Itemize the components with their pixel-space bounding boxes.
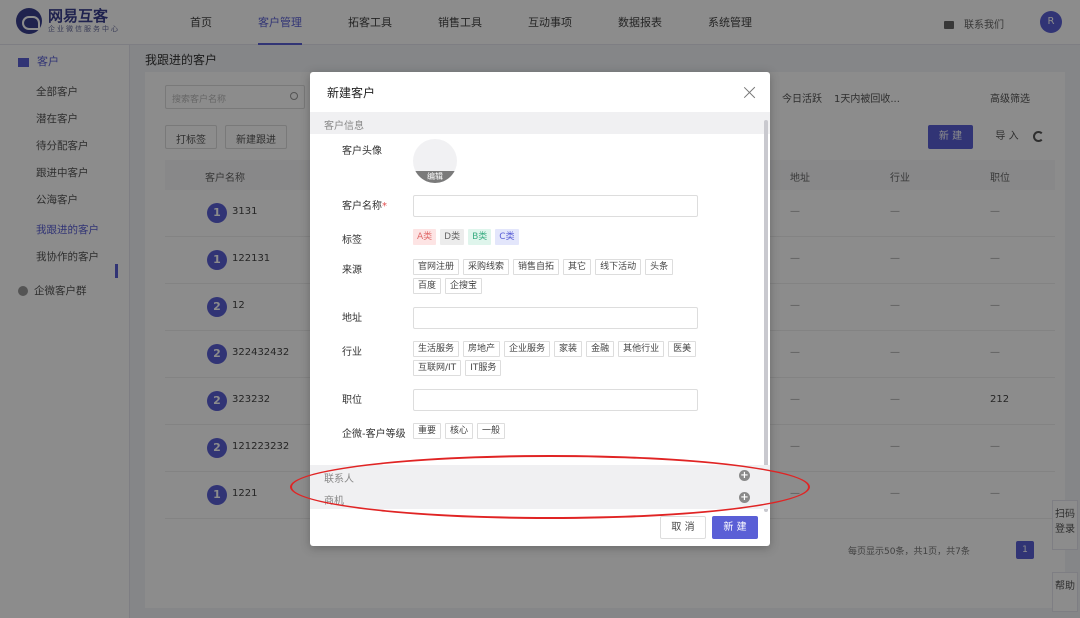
position-label: 职位 xyxy=(342,395,362,406)
position-input[interactable] xyxy=(413,389,698,411)
industry-option[interactable]: 金融 xyxy=(586,341,615,357)
source-options: 官网注册 采购线索 销售自拓 其它 线下活动 头条 百度 企搜宝 xyxy=(413,259,703,297)
address-input[interactable] xyxy=(413,307,698,329)
industry-option[interactable]: 家装 xyxy=(554,341,583,357)
annotation-ellipse xyxy=(290,455,810,519)
create-button[interactable]: 新 建 xyxy=(712,516,758,539)
dialog-scrollbar[interactable] xyxy=(764,120,768,512)
level-options: 重要 核心 一般 xyxy=(413,423,703,442)
industry-option[interactable]: 房地产 xyxy=(463,341,501,357)
address-label: 地址 xyxy=(342,313,362,324)
level-option[interactable]: 核心 xyxy=(445,423,474,439)
industry-option[interactable]: 企业服务 xyxy=(504,341,551,357)
level-label: 企微-客户等级 xyxy=(342,429,406,440)
avatar-upload[interactable]: 编辑 xyxy=(413,139,457,183)
avatar-label: 客户头像 xyxy=(342,146,382,157)
industry-option[interactable]: 医美 xyxy=(668,341,697,357)
close-icon[interactable] xyxy=(744,86,756,98)
industry-label: 行业 xyxy=(342,347,362,358)
source-option[interactable]: 百度 xyxy=(413,278,442,294)
name-label: 客户名称* xyxy=(342,201,387,212)
industry-option[interactable]: 互联网/IT xyxy=(413,360,462,376)
industry-option[interactable]: 生活服务 xyxy=(413,341,460,357)
source-option[interactable]: 头条 xyxy=(645,259,674,275)
tag-d[interactable]: D类 xyxy=(440,229,465,245)
customer-name-input[interactable] xyxy=(413,195,698,217)
tags-label: 标签 xyxy=(342,235,362,246)
level-option[interactable]: 重要 xyxy=(413,423,442,439)
avatar-edit-button[interactable]: 编辑 xyxy=(413,171,457,183)
source-option[interactable]: 线下活动 xyxy=(595,259,642,275)
tag-a[interactable]: A类 xyxy=(413,229,437,245)
source-label: 来源 xyxy=(342,265,362,276)
level-option[interactable]: 一般 xyxy=(477,423,506,439)
section-label: 客户信息 xyxy=(324,121,364,132)
tag-c[interactable]: C类 xyxy=(495,229,519,245)
source-option[interactable]: 销售自拓 xyxy=(513,259,560,275)
industry-option[interactable]: 其他行业 xyxy=(618,341,665,357)
source-option[interactable]: 企搜宝 xyxy=(445,278,483,294)
industry-options: 生活服务 房地产 企业服务 家装 金融 其他行业 医美 互联网/IT IT服务 xyxy=(413,341,703,379)
cancel-button[interactable]: 取 消 xyxy=(660,516,706,539)
section-customer-info: 客户信息 xyxy=(310,112,770,134)
source-option[interactable]: 其它 xyxy=(563,259,592,275)
required-mark: * xyxy=(382,201,387,212)
tag-b[interactable]: B类 xyxy=(468,229,492,245)
source-option[interactable]: 官网注册 xyxy=(413,259,460,275)
source-option[interactable]: 采购线索 xyxy=(463,259,510,275)
industry-option[interactable]: IT服务 xyxy=(465,360,502,376)
tag-options: A类 D类 B类 C类 xyxy=(413,229,703,245)
dialog-title: 新建客户 xyxy=(327,86,376,100)
